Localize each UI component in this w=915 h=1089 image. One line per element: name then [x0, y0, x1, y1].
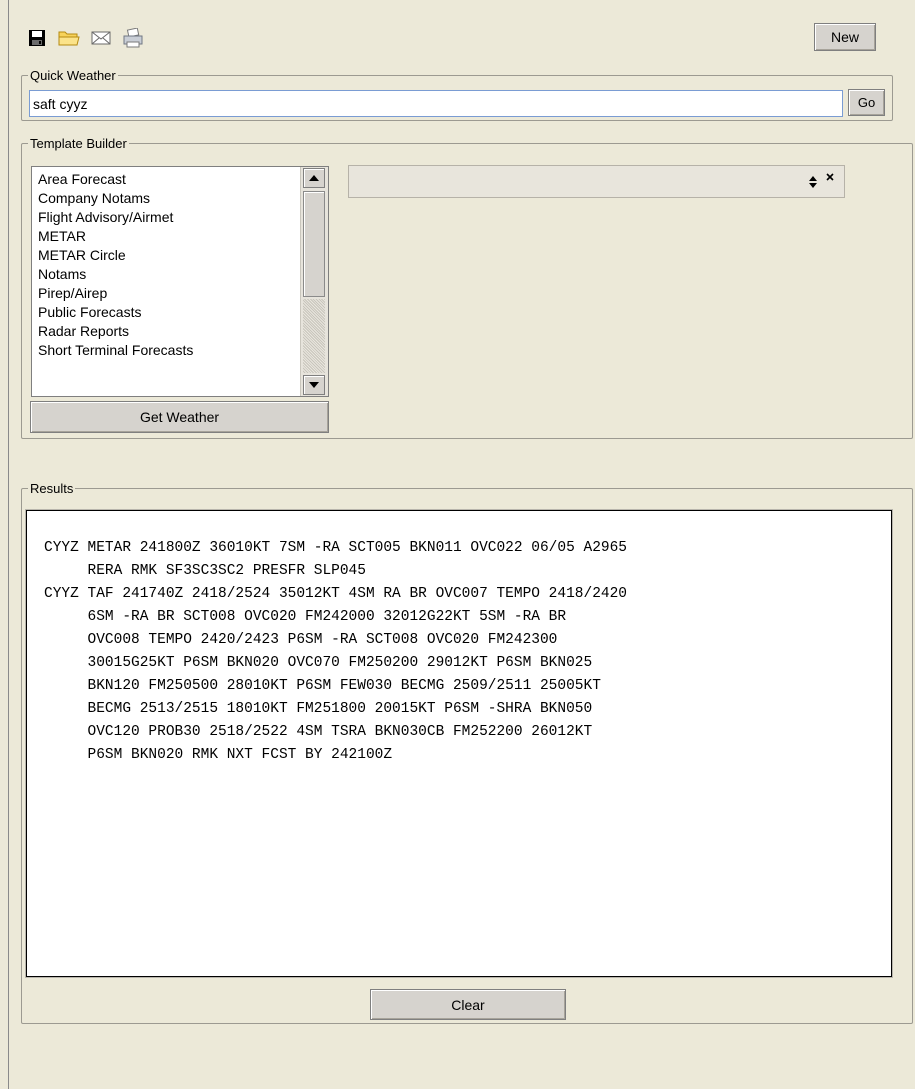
save-icon[interactable]: [26, 27, 48, 49]
template-builder-legend: Template Builder: [30, 136, 127, 151]
scroll-down-arrow-icon[interactable]: [303, 375, 325, 395]
list-item[interactable]: Company Notams: [38, 189, 193, 208]
close-icon[interactable]: [825, 172, 835, 182]
window-left-edge: [8, 0, 9, 1089]
scrollbar-track[interactable]: [303, 299, 325, 373]
quick-weather-input[interactable]: [29, 90, 843, 117]
scrollbar-thumb[interactable]: [303, 191, 325, 297]
go-button[interactable]: Go: [848, 89, 885, 116]
scroll-up-arrow-icon[interactable]: [303, 168, 325, 188]
template-select[interactable]: [348, 165, 845, 198]
get-weather-button[interactable]: Get Weather: [30, 401, 329, 433]
clear-button[interactable]: Clear: [370, 989, 566, 1020]
results-legend: Results: [30, 481, 74, 496]
results-text: CYYZ METAR 241800Z 36010KT 7SM -RA SCT00…: [44, 540, 627, 763]
quick-weather-legend: Quick Weather: [30, 68, 116, 83]
list-item[interactable]: Public Forecasts: [38, 303, 193, 322]
list-item[interactable]: Notams: [38, 265, 193, 284]
list-item[interactable]: METAR: [38, 227, 193, 246]
list-item[interactable]: Area Forecast: [38, 170, 193, 189]
toolbar: [26, 26, 144, 50]
listbox-scrollbar[interactable]: [300, 167, 328, 396]
list-item[interactable]: Radar Reports: [38, 322, 193, 341]
open-folder-icon[interactable]: [58, 27, 80, 49]
new-button[interactable]: New: [814, 23, 876, 51]
list-item[interactable]: Flight Advisory/Airmet: [38, 208, 193, 227]
list-item[interactable]: Pirep/Airep: [38, 284, 193, 303]
template-listbox[interactable]: Area Forecast Company Notams Flight Advi…: [31, 166, 329, 397]
email-icon[interactable]: [90, 27, 112, 49]
list-item[interactable]: Short Terminal Forecasts: [38, 341, 193, 360]
print-icon[interactable]: [122, 27, 144, 49]
results-textarea[interactable]: CYYZ METAR 241800Z 36010KT 7SM -RA SCT00…: [25, 509, 893, 978]
list-item[interactable]: METAR Circle: [38, 246, 193, 265]
